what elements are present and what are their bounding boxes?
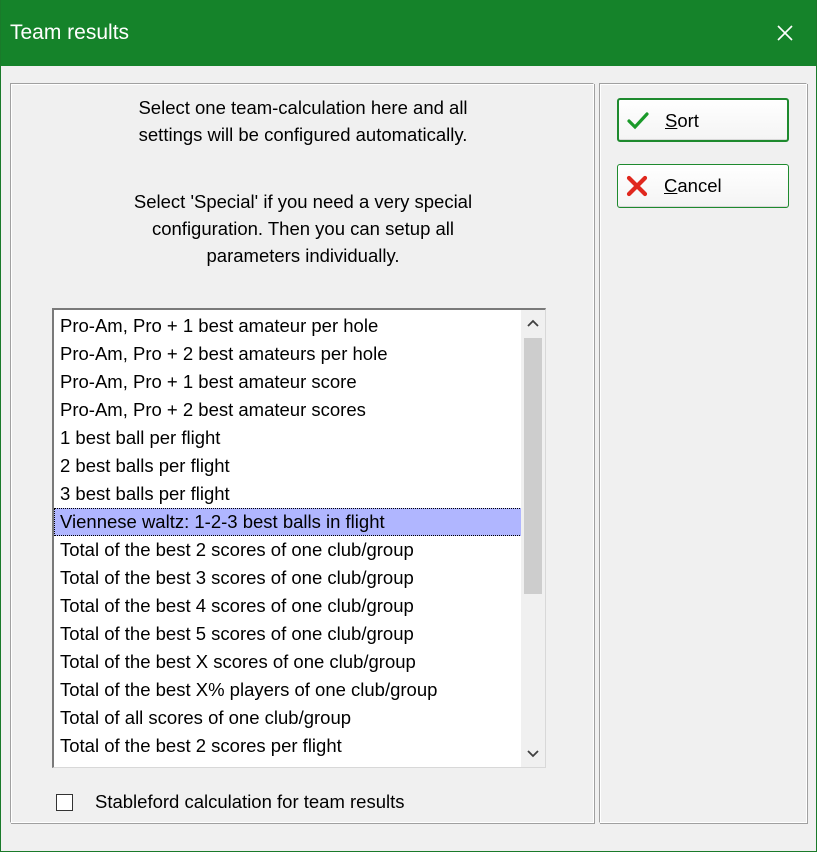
actions-panel: Sort Cancel [599, 83, 807, 823]
window-title: Team results [10, 21, 130, 44]
cancel-button-label: Cancel [664, 165, 722, 207]
info-text-2: Select 'Special' if you need a very spec… [31, 188, 575, 269]
list-item[interactable]: Pro-Am, Pro + 2 best amateur scores [54, 396, 522, 424]
list-item[interactable]: Viennese waltz: 1-2-3 best balls in flig… [54, 508, 522, 536]
team-results-dialog: Team results Select one team-calculation… [0, 0, 817, 852]
info-line: Select one team-calculation here and all [138, 97, 468, 118]
list-item[interactable]: Total of the best X% players of one club… [54, 676, 522, 704]
scroll-up-button[interactable] [521, 310, 545, 336]
list-item[interactable]: 2 best balls per flight [54, 452, 522, 480]
list-item[interactable]: Pro-Am, Pro + 2 best amateurs per hole [54, 340, 522, 368]
close-icon [777, 25, 793, 41]
list-item[interactable]: Total of the best 5 scores of one club/g… [54, 620, 522, 648]
sort-button-label: Sort [665, 100, 699, 142]
stableford-checkbox-label: Stableford calculation for team results [95, 791, 405, 812]
info-text-1: Select one team-calculation here and all… [31, 94, 575, 148]
cancel-mnemonic: C [664, 175, 678, 196]
settings-panel: Select one team-calculation here and all… [10, 83, 594, 823]
list-item[interactable]: Total of the best X scores of one club/g… [54, 648, 522, 676]
info-line: parameters individually. [206, 245, 400, 266]
vertical-scrollbar[interactable] [521, 310, 545, 767]
cancel-label-rest: ancel [677, 175, 722, 196]
x-icon [626, 175, 648, 197]
sort-label-rest: ort [677, 110, 699, 131]
info-line: configuration. Then you can setup all [151, 218, 455, 239]
sort-mnemonic: S [665, 110, 678, 131]
team-calculation-list[interactable]: Pro-Am, Pro + 1 best amateur per hole Pro… [52, 308, 546, 768]
checkmark-icon [627, 112, 649, 130]
list-item[interactable]: Pro-Am, Pro + 1 best amateur score [54, 368, 522, 396]
close-button[interactable] [754, 0, 816, 66]
info-line: settings will be configured automaticall… [138, 124, 468, 145]
sort-button[interactable]: Sort [617, 98, 789, 142]
list-item[interactable]: Total of the best 2 scores of one club/g… [54, 536, 522, 564]
chevron-up-icon [527, 319, 539, 327]
list-item[interactable]: Total of the best 4 scores of one club/g… [54, 592, 522, 620]
list-item[interactable]: Total of the best 3 scores of one club/g… [54, 564, 522, 592]
cancel-button[interactable]: Cancel [617, 164, 789, 208]
list-item[interactable]: 1 best ball per flight [54, 424, 522, 452]
list-item[interactable]: Total of the best 2 scores per flight [54, 732, 522, 760]
scroll-down-button[interactable] [521, 741, 545, 767]
info-line: Select 'Special' if you need a very spec… [133, 191, 473, 212]
list-items: Pro-Am, Pro + 1 best amateur per hole Pro… [54, 312, 522, 760]
scroll-thumb[interactable] [524, 338, 542, 594]
list-item[interactable]: Total of all scores of one club/group [54, 704, 522, 732]
list-item[interactable]: Pro-Am, Pro + 1 best amateur per hole [54, 312, 522, 340]
stableford-checkbox-row[interactable]: Stableford calculation for team results [56, 790, 405, 814]
chevron-down-icon [527, 750, 539, 758]
stableford-checkbox[interactable] [56, 793, 73, 811]
title-bar: Team results [1, 0, 816, 66]
list-item[interactable]: 3 best balls per flight [54, 480, 522, 508]
